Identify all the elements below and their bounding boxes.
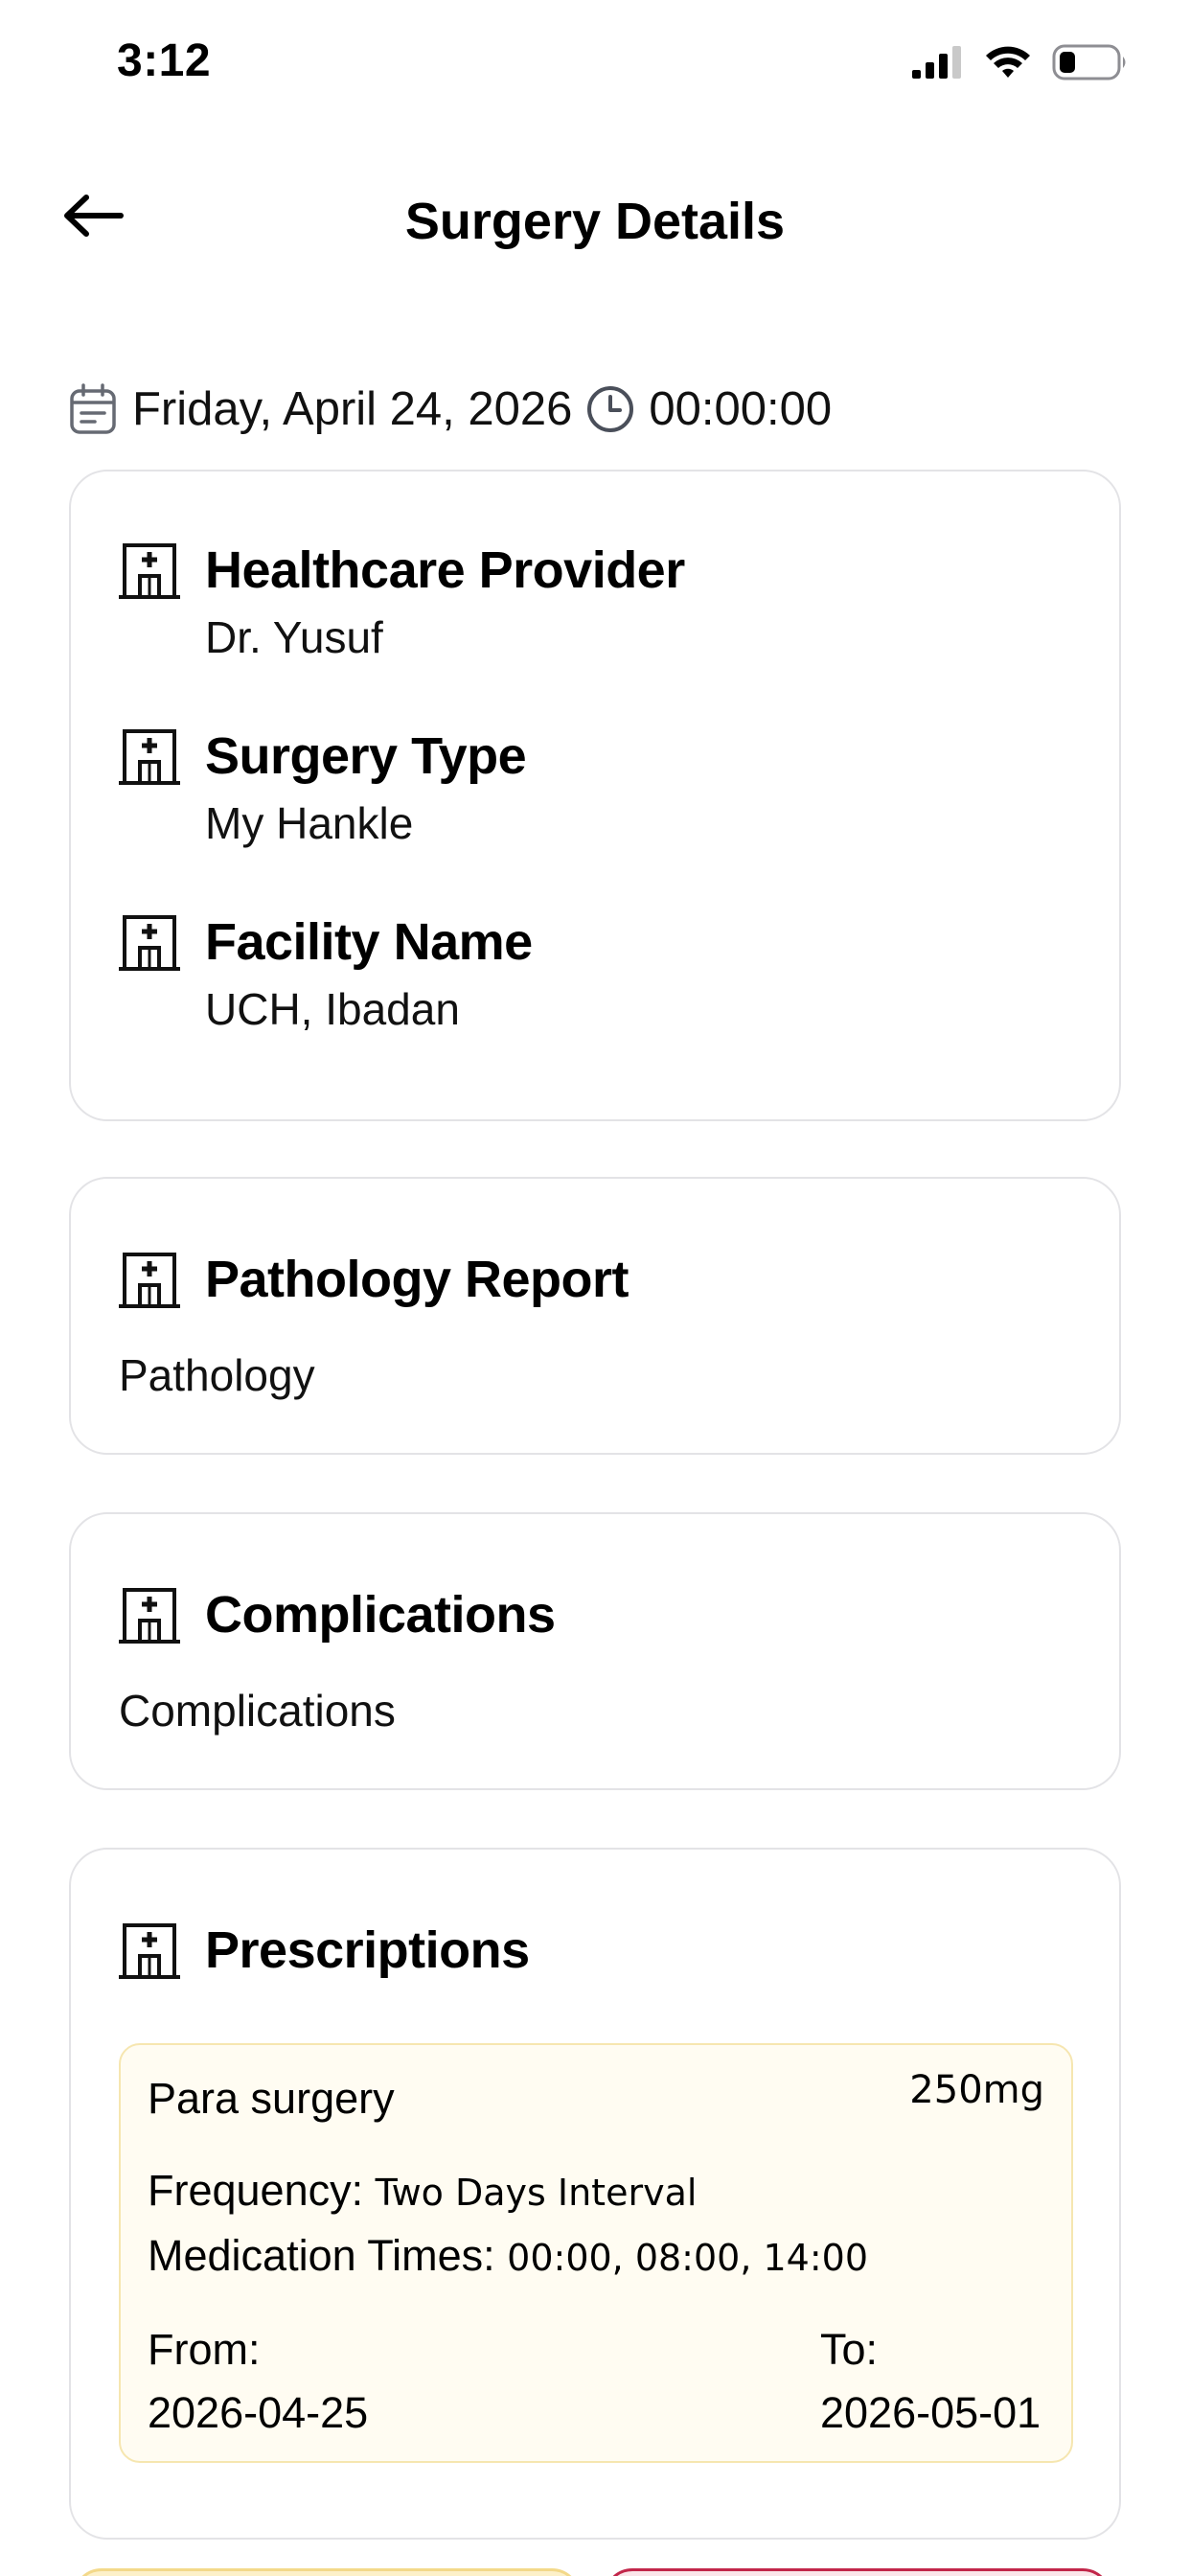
healthcare-provider-label: Healthcare Provider — [205, 541, 685, 599]
status-icons — [910, 44, 1129, 80]
pathology-report-card: Pathology Report Pathology — [69, 1177, 1121, 1455]
surgery-type-field: Surgery Type My Hankle — [119, 724, 1067, 849]
pathology-report-label: Pathology Report — [205, 1251, 629, 1308]
prescription-frequency: Frequency: Two Days Interval — [148, 2166, 697, 2216]
surgery-info-card: Healthcare Provider Dr. Yusuf Surgery Ty… — [69, 470, 1121, 1121]
wifi-icon — [986, 46, 1030, 78]
prescription-dose: 250mg — [909, 2068, 1044, 2112]
hospital-building-icon — [119, 1923, 180, 1979]
cellular-signal-icon — [912, 46, 961, 79]
from-label: From: — [148, 2325, 261, 2374]
battery-icon — [1052, 44, 1126, 80]
page-title: Surgery Details — [404, 193, 786, 250]
from-date: 2026-04-25 — [148, 2388, 369, 2437]
hospital-building-icon — [119, 1588, 180, 1644]
surgery-details-screen: 3:12 Surgery Details Friday, April 24, 2… — [0, 0, 1190, 2576]
complications-value: Complications — [119, 1686, 396, 1736]
complications-header: Complications — [119, 1583, 1067, 1646]
healthcare-provider-value: Dr. Yusuf — [205, 612, 383, 662]
frequency-value: Two Days Interval — [375, 2172, 698, 2214]
complications-card: Complications Complications — [69, 1512, 1121, 1790]
edit-button[interactable] — [73, 2568, 581, 2576]
pathology-report-value: Pathology — [119, 1350, 315, 1400]
prescriptions-card: Prescriptions Para surgery 250mg Frequen… — [69, 1848, 1121, 2540]
delete-button[interactable] — [604, 2568, 1111, 2576]
prescription-item[interactable]: Para surgery 250mg Frequency: Two Days I… — [119, 2043, 1073, 2463]
frequency-label: Frequency: — [148, 2166, 364, 2215]
pathology-report-header: Pathology Report — [119, 1248, 1067, 1311]
prescription-medication-times: Medication Times: 00:00, 08:00, 14:00 — [148, 2231, 868, 2281]
hospital-building-icon — [119, 1253, 180, 1308]
surgery-type-label: Surgery Type — [205, 727, 527, 785]
prescription-name: Para surgery — [148, 2074, 395, 2123]
surgery-datetime: Friday, April 24, 2026 00:00:00 — [69, 380, 832, 439]
facility-name-value: UCH, Ibadan — [205, 984, 460, 1034]
surgery-time: 00:00:00 — [649, 383, 833, 435]
facility-name-field: Facility Name UCH, Ibadan — [119, 910, 1067, 1035]
status-bar: 3:12 — [0, 0, 1190, 125]
prescriptions-header: Prescriptions — [119, 1919, 1067, 1982]
surgery-type-value: My Hankle — [205, 798, 414, 848]
status-time: 3:12 — [117, 35, 212, 86]
surgery-date: Friday, April 24, 2026 — [132, 383, 573, 435]
to-date: 2026-05-01 — [820, 2388, 1041, 2437]
to-label: To: — [820, 2325, 879, 2374]
medication-times-value: 00:00, 08:00, 14:00 — [507, 2237, 869, 2279]
calendar-icon — [70, 383, 116, 434]
medication-times-label: Medication Times: — [148, 2231, 495, 2280]
complications-label: Complications — [205, 1586, 556, 1644]
healthcare-provider-field: Healthcare Provider Dr. Yusuf — [119, 539, 1067, 663]
prescriptions-label: Prescriptions — [205, 1921, 530, 1979]
clock-icon — [587, 386, 634, 432]
hospital-building-icon — [119, 729, 180, 785]
hospital-building-icon — [119, 915, 180, 971]
hospital-building-icon — [119, 543, 180, 599]
facility-name-label: Facility Name — [205, 913, 533, 971]
